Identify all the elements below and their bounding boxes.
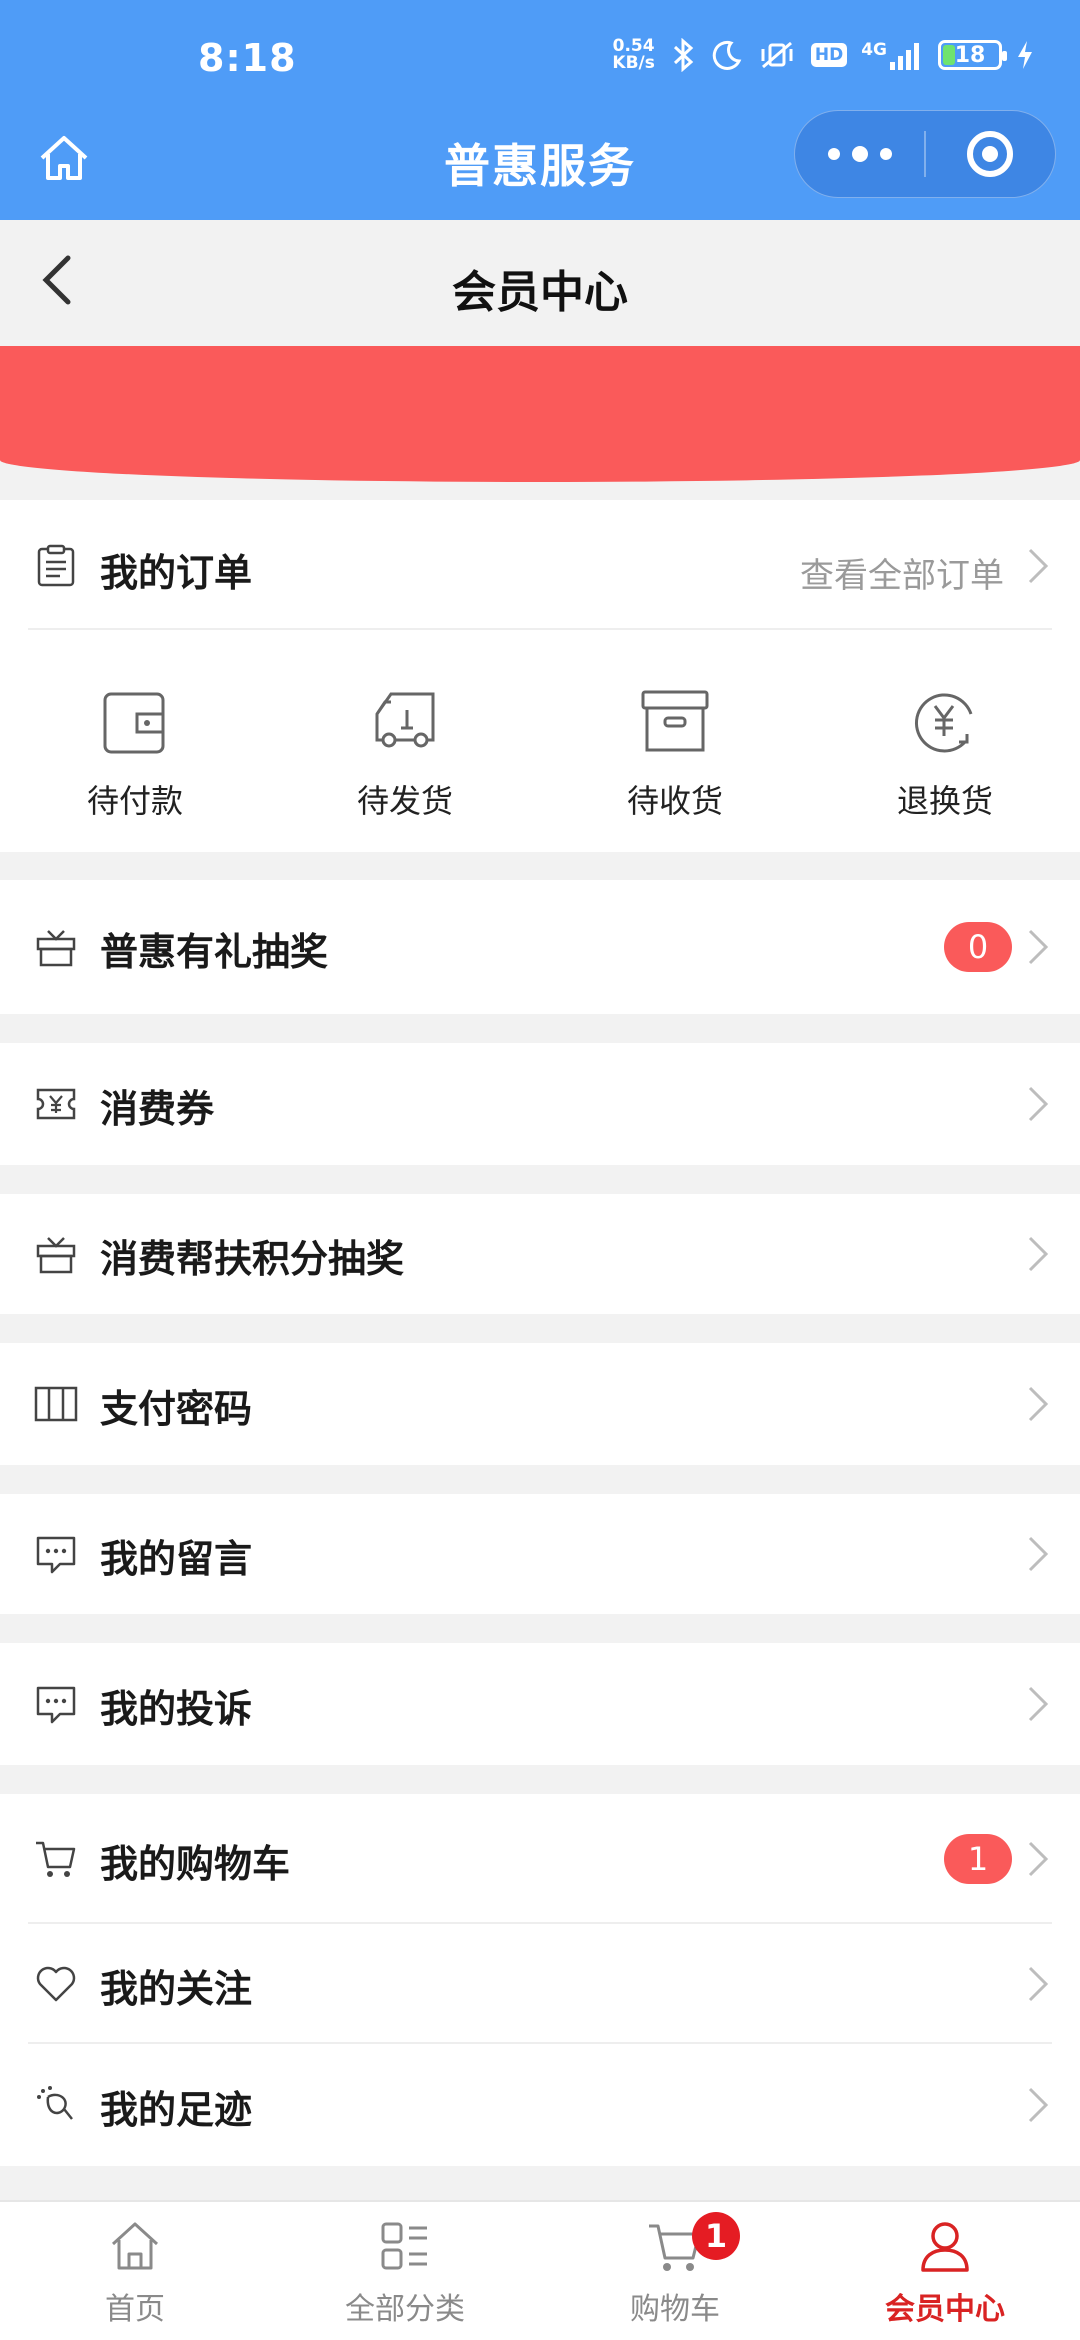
gift-icon xyxy=(36,930,76,967)
orders-header[interactable]: 我的订单 查看全部订单 xyxy=(0,500,1080,630)
network-speed: 0.54 KB/s xyxy=(612,36,655,73)
app-nav-bar: 普惠服务 xyxy=(0,110,1080,220)
bluetooth-icon xyxy=(669,38,697,72)
chevron-right-icon xyxy=(1028,548,1049,584)
clipboard-icon xyxy=(37,544,75,587)
bottom-tab-bar: 首页 全部分类 1 购物车 会员中心 xyxy=(0,2200,1080,2340)
hd-icon: HD xyxy=(810,43,848,67)
page-header: 会员中心 xyxy=(0,220,1080,346)
divider xyxy=(28,628,1052,630)
user-icon xyxy=(921,2222,969,2272)
message-icon xyxy=(36,1536,76,1574)
orders-section: 我的订单 查看全部订单 待付款 待发货 待收货 退换货 xyxy=(0,500,1080,852)
menu-row-favorites[interactable]: 我的关注 xyxy=(0,1924,1080,2044)
status-time: 8:18 xyxy=(198,36,297,80)
menu-row-footprints[interactable]: 我的足迹 xyxy=(0,2044,1080,2166)
orders-title: 我的订单 xyxy=(100,551,253,595)
charging-icon xyxy=(1016,40,1034,70)
category-grid-icon xyxy=(381,2222,427,2270)
coupon-icon xyxy=(36,1088,76,1120)
more-menu-button[interactable] xyxy=(795,111,924,197)
order-status-grid: 待付款 待发货 待收货 退换货 xyxy=(0,650,1080,840)
signal-icon: 4G xyxy=(861,40,924,70)
message-icon xyxy=(36,1686,76,1724)
gift-icon xyxy=(36,1237,76,1274)
order-status-returns[interactable]: 退换货 xyxy=(810,650,1080,840)
menu-row-coupons[interactable]: 消费券 xyxy=(0,1043,1080,1165)
password-icon xyxy=(34,1386,78,1422)
menu-row-complaints[interactable]: 我的投诉 xyxy=(0,1643,1080,1765)
tab-categories[interactable]: 全部分类 xyxy=(270,2202,540,2340)
order-status-pending-receipt[interactable]: 待收货 xyxy=(540,650,810,840)
close-miniprogram-button[interactable] xyxy=(926,111,1055,197)
order-status-pending-payment[interactable]: 待付款 xyxy=(0,650,270,840)
menu-row-lottery[interactable]: 普惠有礼抽奖 0 xyxy=(0,880,1080,1014)
footprint-icon xyxy=(37,2086,73,2120)
menu-row-points-lottery[interactable]: 消费帮扶积分抽奖 xyxy=(0,1194,1080,1314)
lottery-count-badge: 0 xyxy=(944,922,1012,972)
chevron-right-icon xyxy=(1028,1841,1049,1877)
menu-row-messages[interactable]: 我的留言 xyxy=(0,1494,1080,1614)
chevron-right-icon xyxy=(1028,1686,1049,1722)
member-banner xyxy=(0,346,1080,482)
order-status-pending-shipment[interactable]: 待发货 xyxy=(270,650,540,840)
box-icon xyxy=(641,690,709,752)
menu-row-payment-password[interactable]: 支付密码 xyxy=(0,1343,1080,1465)
menu-row-cart[interactable]: 我的购物车 1 xyxy=(0,1794,1080,1924)
tab-home[interactable]: 首页 xyxy=(0,2202,270,2340)
miniprogram-capsule xyxy=(794,110,1056,198)
home-icon xyxy=(111,2222,159,2270)
tab-cart[interactable]: 1 购物车 xyxy=(540,2202,810,2340)
yen-refund-icon xyxy=(915,693,973,753)
tab-member-center[interactable]: 会员中心 xyxy=(810,2202,1080,2340)
battery-indicator: 18 xyxy=(938,40,1007,70)
chevron-right-icon xyxy=(1028,1966,1049,2002)
chevron-right-icon xyxy=(1028,1236,1049,1272)
page-title: 会员中心 xyxy=(452,267,628,318)
chevron-right-icon xyxy=(1028,1086,1049,1122)
view-all-orders-link[interactable]: 查看全部订单 xyxy=(800,548,1004,597)
moon-icon xyxy=(711,39,743,71)
status-bar: 8:18 0.54 KB/s HD 4G 18 xyxy=(0,0,1080,124)
chevron-right-icon xyxy=(1028,929,1049,965)
target-icon xyxy=(967,131,1014,177)
wallet-icon xyxy=(103,692,165,754)
chevron-right-icon xyxy=(1028,1386,1049,1422)
heart-icon xyxy=(36,1966,76,2002)
cart-count-badge: 1 xyxy=(944,1834,1012,1884)
cart-icon xyxy=(36,1841,76,1877)
truck-icon xyxy=(375,692,435,748)
cart-tab-badge: 1 xyxy=(692,2212,740,2260)
chevron-right-icon xyxy=(1028,2087,1049,2123)
status-icons: 0.54 KB/s HD 4G 18 xyxy=(612,38,1034,72)
chevron-right-icon xyxy=(1028,1536,1049,1572)
vibrate-mute-icon xyxy=(757,39,797,71)
